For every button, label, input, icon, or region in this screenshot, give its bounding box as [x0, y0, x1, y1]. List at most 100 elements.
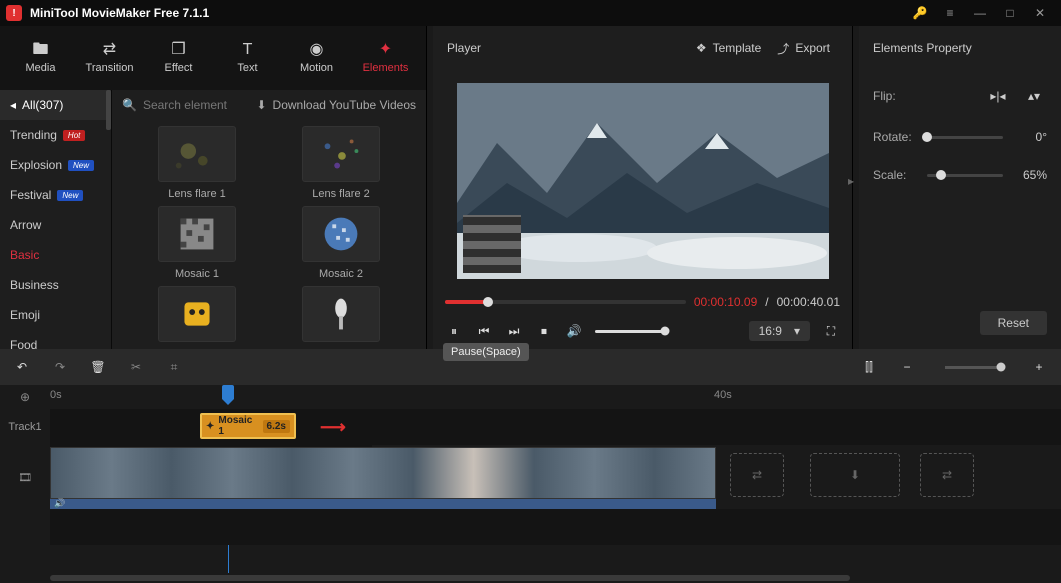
crop-button[interactable]: ⌗ — [166, 360, 182, 375]
speaker-icon: 🔊 — [54, 498, 65, 509]
sidebar-scrollbar[interactable] — [106, 90, 111, 130]
element-extra-2[interactable] — [272, 286, 410, 348]
rotate-value: 0° — [1013, 130, 1047, 144]
download-youtube-button[interactable]: ⬇Download YouTube Videos — [256, 98, 416, 112]
key-icon[interactable]: 🔑 — [905, 0, 935, 26]
extra-track-row — [0, 509, 1061, 545]
zoom-in-button[interactable]: + — [1031, 360, 1047, 374]
text-icon: T — [243, 42, 253, 58]
playhead-handle[interactable] — [222, 385, 234, 399]
scale-value: 65% — [1013, 168, 1047, 182]
sidebar-item-business[interactable]: Business — [0, 270, 111, 300]
maximize-icon[interactable]: □ — [995, 0, 1025, 26]
swap-icon: ⇄ — [103, 42, 116, 58]
sidebar-item-basic[interactable]: Basic — [0, 240, 111, 270]
rotate-slider[interactable] — [927, 136, 1003, 139]
mosaic-overlay[interactable] — [463, 215, 521, 273]
aspect-ratio-select[interactable]: 16:9▾ — [749, 321, 810, 341]
element-mosaic-2[interactable]: Mosaic 2 — [272, 206, 410, 280]
star-icon: ✦ — [206, 421, 214, 432]
app-title: MiniTool MovieMaker Free 7.1.1 — [30, 6, 905, 20]
export-button[interactable]: ⤴Export — [769, 40, 838, 57]
player-panel: Player ❖Template ⤴Export ▸ — [433, 26, 853, 349]
pause-button[interactable]: ⏸ — [445, 324, 463, 339]
transition-slot-1[interactable]: ⇄ — [730, 453, 784, 497]
seek-knob[interactable] — [483, 297, 493, 307]
timeline-scrollbar[interactable] — [0, 573, 1061, 583]
current-time: 00:00:10.09 — [694, 295, 757, 309]
category-sidebar: ◂ All(307) TrendingHot ExplosionNew Fest… — [0, 90, 112, 349]
download-icon: ⬇ — [256, 98, 266, 112]
prev-button[interactable]: ⏮ — [475, 324, 493, 339]
player-title: Player — [447, 41, 688, 55]
tab-media[interactable]: 🖿Media — [6, 34, 75, 82]
sidebar-item-arrow[interactable]: Arrow — [0, 210, 111, 240]
element-clip-mosaic[interactable]: ✦ Mosaic 1 6.2s — [200, 413, 296, 439]
transition-slot-2[interactable]: ⇄ — [920, 453, 974, 497]
element-mosaic-1[interactable]: Mosaic 1 — [128, 206, 266, 280]
redo-button[interactable]: ↷ — [52, 360, 68, 374]
pause-tooltip: Pause(Space) — [443, 343, 529, 361]
badge-new: New — [68, 160, 94, 171]
app-logo: ! — [6, 5, 22, 21]
sidebar-item-explosion[interactable]: ExplosionNew — [0, 150, 111, 180]
menu-icon[interactable]: ≡ — [935, 0, 965, 26]
sidebar-item-emoji[interactable]: Emoji — [0, 300, 111, 330]
tab-effect[interactable]: ❒Effect — [144, 34, 213, 82]
ruler-mark-40s: 40s — [714, 389, 732, 401]
search-input[interactable]: 🔍Search element — [122, 98, 246, 112]
titlebar: ! MiniTool MovieMaker Free 7.1.1 🔑 ≡ — □… — [0, 0, 1061, 26]
tab-transition[interactable]: ⇄Transition — [75, 34, 144, 82]
timeline-toolbar: ↶ ↷ 🗑 ✂ ⌗ ⫿⫿ − + — [0, 349, 1061, 385]
tab-text[interactable]: TText — [213, 34, 282, 82]
template-icon: ❖ — [696, 41, 707, 55]
video-clip[interactable] — [50, 447, 716, 499]
delete-button[interactable]: 🗑 — [90, 360, 106, 374]
volume-slider[interactable] — [595, 330, 665, 333]
template-button[interactable]: ❖Template — [688, 41, 769, 55]
tab-elements[interactable]: ✦Elements — [351, 34, 420, 82]
scale-label: Scale: — [873, 168, 917, 182]
motion-icon: ◉ — [310, 42, 324, 58]
duration: 00:00:40.01 — [777, 295, 840, 309]
media-drop-slot[interactable]: ⬇ — [810, 453, 900, 497]
stop-button[interactable]: ⏹ — [535, 324, 553, 339]
close-icon[interactable]: ✕ — [1025, 0, 1055, 26]
panel-expand-icon[interactable]: ▸ — [848, 174, 854, 188]
ruler-mark-0s: 0s — [50, 389, 62, 401]
sidebar-all-label: All(307) — [22, 98, 63, 112]
add-track-button[interactable]: ⊕ — [0, 385, 50, 409]
element-lens-flare-1[interactable]: Lens flare 1 — [128, 126, 266, 200]
undo-button[interactable]: ↶ — [14, 360, 30, 374]
timeline-ruler[interactable]: 0s 40s — [50, 385, 1061, 409]
track-1-label: Track1 — [0, 409, 50, 445]
minimize-icon[interactable]: — — [965, 0, 995, 26]
element-lens-flare-2[interactable]: Lens flare 2 — [272, 126, 410, 200]
flip-vertical-button[interactable]: ▴▾ — [1021, 86, 1047, 106]
video-track-icon[interactable]: 🎞 — [0, 445, 50, 509]
clip-duration: 6.2s — [263, 420, 290, 433]
audio-strip[interactable]: 🔊 — [50, 499, 716, 509]
scale-slider[interactable] — [927, 174, 1003, 177]
video-preview[interactable] — [457, 83, 829, 279]
next-button[interactable]: ⏭ — [505, 324, 523, 339]
folder-icon: 🖿 — [32, 42, 48, 58]
zoom-out-button[interactable]: − — [899, 360, 915, 374]
extra-track-icon[interactable] — [0, 509, 50, 545]
volume-icon[interactable]: 🔊 — [565, 324, 583, 338]
video-track-row: 🎞 🔊 ⇄ ⬇ ⇄ — [0, 445, 372, 509]
tab-motion[interactable]: ◉Motion — [282, 34, 351, 82]
zoom-slider[interactable] — [945, 366, 1001, 369]
element-extra-1[interactable] — [128, 286, 266, 348]
sidebar-item-all[interactable]: ◂ All(307) — [0, 90, 111, 120]
sidebar-item-festival[interactable]: FestivalNew — [0, 180, 111, 210]
seek-slider[interactable] — [445, 300, 686, 304]
sidebar-item-trending[interactable]: TrendingHot — [0, 120, 111, 150]
sidebar-item-food[interactable]: Food — [0, 330, 111, 349]
snap-icon[interactable]: ⫿⫿ — [861, 360, 877, 375]
flip-horizontal-button[interactable]: ▸|◂ — [985, 86, 1011, 106]
reset-button[interactable]: Reset — [980, 311, 1047, 335]
fullscreen-button[interactable]: ⛶ — [822, 324, 840, 339]
timeline: ↶ ↷ 🗑 ✂ ⌗ ⫿⫿ − + ⊕ 0s 40s Track1 ✦ Mosai… — [0, 349, 1061, 583]
split-button[interactable]: ✂ — [128, 360, 144, 374]
